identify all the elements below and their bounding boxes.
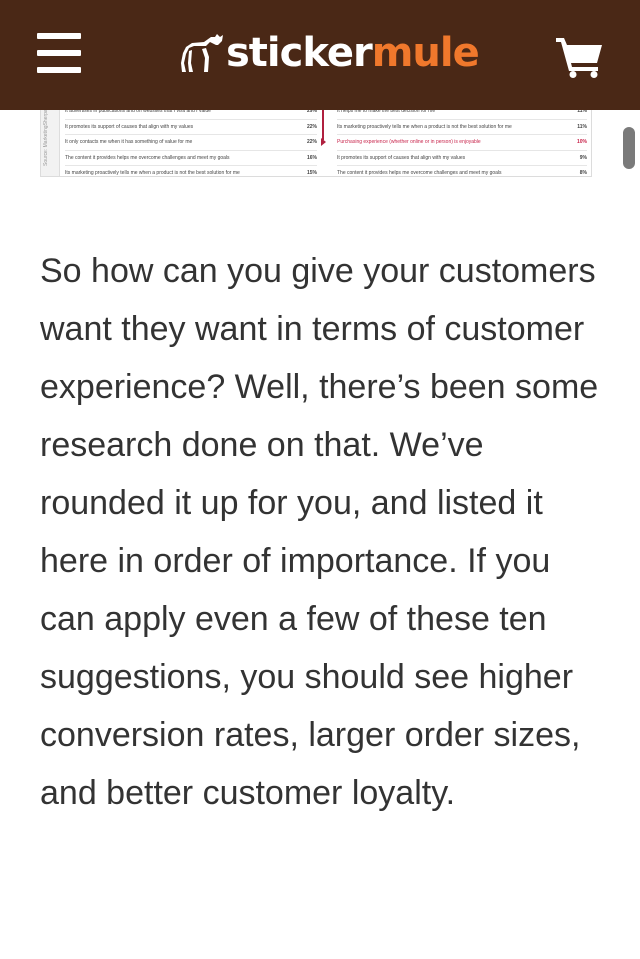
table-row-label: Purchasing experience (whether online or… bbox=[337, 139, 481, 145]
article-paragraph: So how can you give your customers want … bbox=[40, 252, 599, 812]
table-row-value: 15% bbox=[306, 170, 317, 176]
table-row-label: Its marketing proactively tells me when … bbox=[337, 123, 512, 130]
table-left-column: It advertises in publications and on web… bbox=[65, 104, 317, 176]
table-arrow-icon bbox=[321, 138, 326, 146]
table-row-label: It only contacts me when it has somethin… bbox=[65, 139, 193, 145]
table-row-value: 16% bbox=[306, 154, 317, 161]
table-row-label: The content it provides helps me overcom… bbox=[65, 154, 230, 161]
page: Source: MarketingSherpa It advertises in… bbox=[0, 0, 640, 959]
site-header: stickermule bbox=[0, 0, 640, 110]
table-row-value: 9% bbox=[579, 154, 587, 161]
table-row: It promotes its support of causes that a… bbox=[65, 120, 317, 135]
shopping-cart-icon[interactable] bbox=[556, 36, 604, 78]
table-row: It only contacts me when it has somethin… bbox=[65, 135, 317, 151]
logo-text-sticker: sticker bbox=[226, 30, 373, 76]
table-row: Purchasing experience (whether online or… bbox=[337, 135, 587, 151]
table-row-value: 22% bbox=[306, 123, 317, 130]
table-row: The content it provides helps me overcom… bbox=[65, 151, 317, 166]
table-row: The content it provides helps me overcom… bbox=[337, 166, 587, 176]
sticker-mule-logo[interactable]: stickermule bbox=[180, 28, 480, 78]
table-row: Its marketing proactively tells me when … bbox=[337, 120, 587, 135]
mule-logo-icon bbox=[181, 34, 223, 72]
scrollbar-thumb[interactable] bbox=[623, 127, 635, 169]
table-row-label: It promotes its support of causes that a… bbox=[65, 123, 194, 130]
hamburger-menu-icon[interactable] bbox=[37, 33, 81, 73]
table-row-value: 8% bbox=[579, 170, 587, 176]
logo-text-mule: mule bbox=[371, 30, 480, 76]
table-row-value: 11% bbox=[577, 123, 587, 130]
table-row: It promotes its support of causes that a… bbox=[337, 151, 587, 166]
table-right-column: It helps me to make the best decision fo… bbox=[337, 104, 587, 176]
table-row-value: 22% bbox=[306, 139, 317, 145]
logo-wordmark: stickermule bbox=[226, 28, 480, 78]
table-row-label: The content it provides helps me overcom… bbox=[337, 170, 502, 176]
table-source-label: Source: MarketingSherpa bbox=[43, 109, 49, 166]
table-row-value: 10% bbox=[576, 139, 587, 145]
table-row: Its marketing proactively tells me when … bbox=[65, 166, 317, 176]
table-row-label: It promotes its support of causes that a… bbox=[337, 154, 466, 161]
survey-table-image: Source: MarketingSherpa It advertises in… bbox=[40, 100, 592, 177]
table-source-sidebar: Source: MarketingSherpa bbox=[41, 100, 60, 176]
table-row-label: Its marketing proactively tells me when … bbox=[65, 170, 240, 176]
